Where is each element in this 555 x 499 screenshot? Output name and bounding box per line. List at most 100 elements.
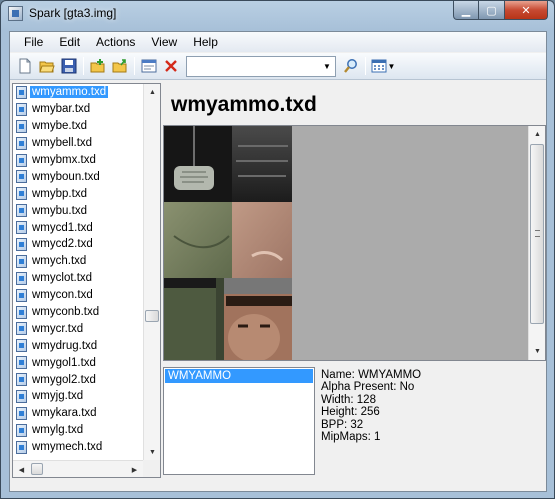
- toolbar-separator: [83, 57, 84, 75]
- title-bar[interactable]: Spark [gta3.img] ▁ ▢ ✕: [1, 1, 554, 27]
- file-list-item[interactable]: wmycon.txd: [13, 287, 143, 304]
- scroll-down-icon[interactable]: ▼: [529, 343, 546, 360]
- file-list-item[interactable]: wmyammo.txd: [13, 84, 143, 101]
- file-list-item[interactable]: wmylg.txd: [13, 422, 143, 439]
- scroll-thumb[interactable]: [145, 310, 159, 322]
- txd-file-icon: [16, 288, 27, 302]
- texture-bpp: BPP: 32: [321, 418, 364, 431]
- scroll-up-icon[interactable]: ▲: [144, 84, 160, 101]
- toolbar: ▼ ▼: [10, 53, 546, 80]
- folder-export-icon: [112, 59, 127, 73]
- minimize-button[interactable]: ▁: [453, 1, 479, 20]
- file-name: wmygol2.txd: [32, 373, 96, 386]
- texture-mipmaps: MipMaps: 1: [321, 431, 381, 444]
- texture-height: Height: 256: [321, 406, 380, 419]
- new-button[interactable]: [14, 55, 36, 77]
- scroll-left-icon[interactable]: ◀: [13, 461, 30, 477]
- file-name: wmybe.txd: [32, 120, 87, 133]
- txd-file-icon: [16, 271, 27, 285]
- scroll-thumb[interactable]: [530, 144, 544, 324]
- txd-file-icon: [16, 440, 27, 454]
- file-list-item[interactable]: wmygol2.txd: [13, 371, 143, 388]
- view-mode-button[interactable]: ▼: [369, 55, 397, 77]
- search-combo[interactable]: ▼: [186, 55, 336, 77]
- toolbar-separator: [134, 57, 135, 75]
- texture-list-item[interactable]: WMYAMMO: [165, 369, 313, 383]
- scroll-down-icon[interactable]: ▼: [144, 444, 160, 461]
- save-button[interactable]: [58, 55, 80, 77]
- file-list-item[interactable]: wmycd2.txd: [13, 236, 143, 253]
- scroll-up-icon[interactable]: ▲: [529, 126, 546, 143]
- txd-file-icon: [16, 406, 27, 420]
- file-list-item[interactable]: wmybar.txd: [13, 101, 143, 118]
- texture-pane: wmyammo.txd ▲ ▼ WMYAMMO Name: WMYAMMO Al…: [163, 83, 546, 478]
- open-icon: [39, 61, 55, 73]
- toolbar-separator: [365, 57, 366, 75]
- file-name: wmybar.txd: [32, 103, 91, 116]
- menu-edit[interactable]: Edit: [51, 32, 88, 52]
- file-list-item[interactable]: wmyclot.txd: [13, 270, 143, 287]
- menu-help[interactable]: Help: [185, 32, 226, 52]
- properties-button[interactable]: [138, 55, 160, 77]
- file-list-item[interactable]: wmyconb.txd: [13, 304, 143, 321]
- menu-actions[interactable]: Actions: [88, 32, 143, 52]
- file-list-vertical-scrollbar[interactable]: ▲ ▼: [143, 84, 160, 461]
- folder-add-icon: [90, 59, 105, 73]
- file-list-item[interactable]: wmycd1.txd: [13, 219, 143, 236]
- txd-file-icon: [16, 389, 27, 403]
- delete-icon: [165, 60, 177, 72]
- file-list-item[interactable]: wmygol1.txd: [13, 354, 143, 371]
- texture-list[interactable]: WMYAMMO: [163, 367, 315, 475]
- grid-view-icon: [371, 59, 387, 73]
- window-title: Spark [gta3.img]: [29, 6, 117, 20]
- maximize-button[interactable]: ▢: [479, 1, 505, 20]
- file-name: wmych.txd: [32, 255, 87, 268]
- import-button[interactable]: [87, 55, 109, 77]
- texture-width: Width: 128: [321, 393, 376, 406]
- open-button[interactable]: [36, 55, 58, 77]
- txd-file-icon: [16, 373, 27, 387]
- minimize-icon: ▁: [461, 4, 471, 17]
- file-list-item[interactable]: wmycr.txd: [13, 320, 143, 337]
- txd-file-icon: [16, 221, 27, 235]
- export-button[interactable]: [109, 55, 131, 77]
- file-list-item[interactable]: wmyboun.txd: [13, 168, 143, 185]
- file-list-item[interactable]: wmych.txd: [13, 253, 143, 270]
- file-name: wmyammo.txd: [30, 86, 109, 99]
- menu-file[interactable]: File: [16, 32, 51, 52]
- file-list-item[interactable]: wmybp.txd: [13, 185, 143, 202]
- file-name: wmylg.txd: [32, 424, 84, 437]
- file-list-item[interactable]: wmybell.txd: [13, 135, 143, 152]
- file-list-item[interactable]: wmymech.txd: [13, 439, 143, 456]
- texture-dictionary-title: wmyammo.txd: [171, 93, 317, 116]
- file-name: wmykara.txd: [32, 407, 97, 420]
- file-list-item[interactable]: wmybe.txd: [13, 118, 143, 135]
- file-name: wmycd2.txd: [32, 238, 93, 251]
- file-name: wmybu.txd: [32, 204, 87, 217]
- scroll-thumb[interactable]: [31, 463, 43, 475]
- chevron-down-icon[interactable]: ▼: [319, 57, 335, 76]
- file-name: wmydrug.txd: [32, 339, 98, 352]
- txd-file-icon: [16, 170, 27, 184]
- scroll-right-icon[interactable]: ▶: [126, 461, 143, 477]
- file-list-item[interactable]: wmydrug.txd: [13, 337, 143, 354]
- file-name: wmyconb.txd: [32, 306, 100, 319]
- texture-name: Name: WMYAMMO: [321, 369, 422, 381]
- txd-file-icon: [16, 204, 27, 218]
- chevron-down-icon: ▼: [387, 61, 396, 71]
- close-button[interactable]: ✕: [505, 1, 548, 20]
- scrollbar-corner: [143, 460, 160, 477]
- file-list-item[interactable]: wmykara.txd: [13, 405, 143, 422]
- search-button[interactable]: [340, 55, 362, 77]
- file-list[interactable]: wmyammo.txd wmybar.txd wmybe.txd wmybell.tx…: [13, 84, 143, 461]
- file-list-item[interactable]: wmybu.txd: [13, 202, 143, 219]
- txd-file-icon: [16, 322, 27, 336]
- file-list-item[interactable]: wmybmx.txd: [13, 152, 143, 169]
- menu-view[interactable]: View: [143, 32, 185, 52]
- delete-button[interactable]: [160, 55, 182, 77]
- file-list-item[interactable]: wmyjg.txd: [13, 388, 143, 405]
- file-list-horizontal-scrollbar[interactable]: ◀ ▶: [13, 460, 143, 477]
- magnifier-icon: [344, 59, 357, 73]
- preview-vertical-scrollbar[interactable]: ▲ ▼: [528, 126, 545, 360]
- file-name: wmyjg.txd: [32, 390, 84, 403]
